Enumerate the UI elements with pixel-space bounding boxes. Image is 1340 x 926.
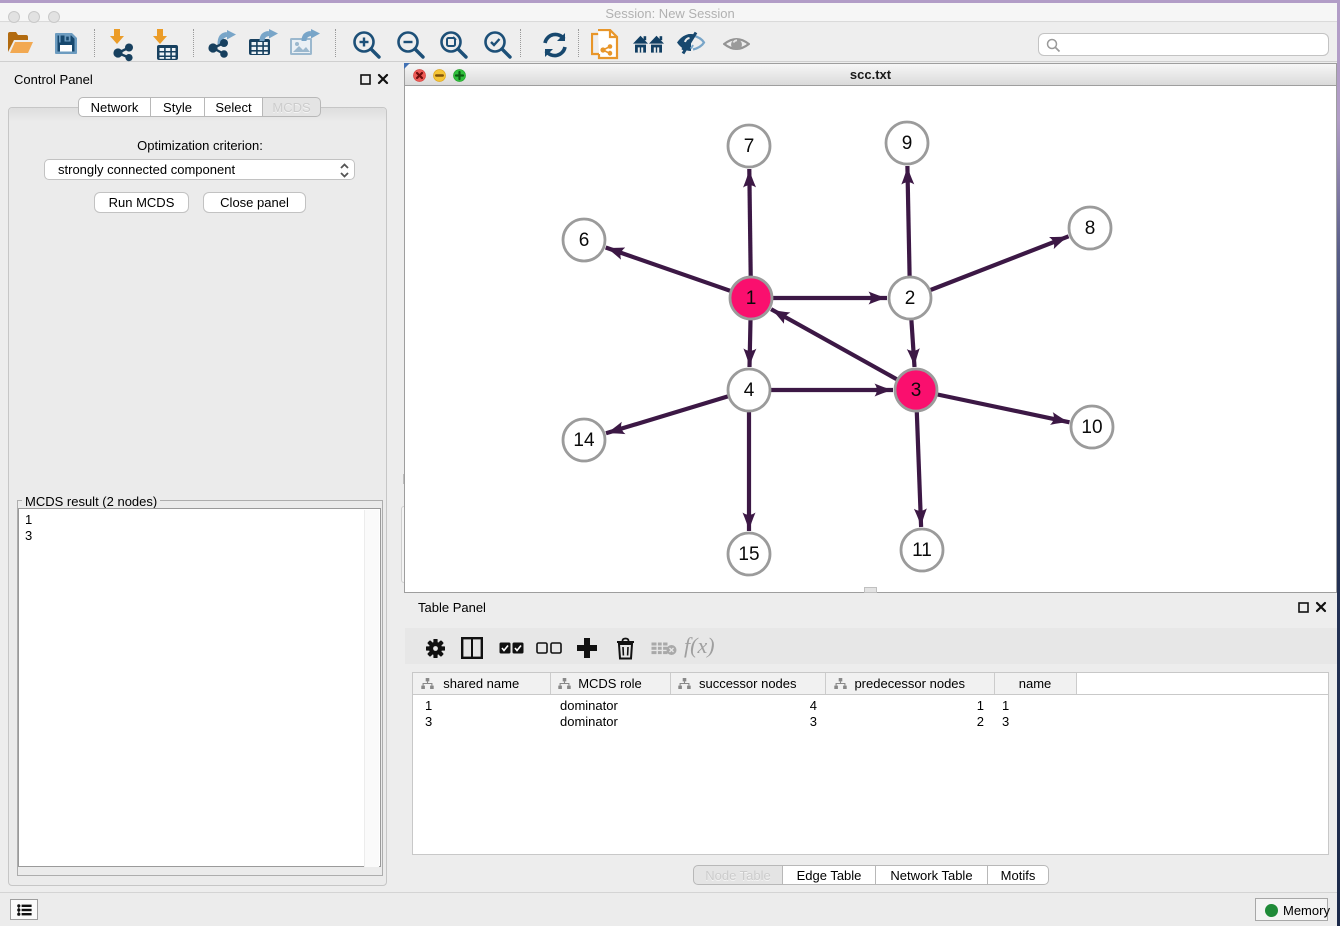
svg-text:6: 6 [579,230,590,251]
svg-text:15: 15 [738,544,759,565]
svg-text:3: 3 [911,380,922,401]
svg-text:4: 4 [744,380,755,401]
svg-text:7: 7 [744,136,755,157]
svg-text:14: 14 [573,430,595,451]
svg-text:11: 11 [912,540,932,561]
svg-text:8: 8 [1085,218,1096,239]
svg-text:9: 9 [902,133,913,154]
svg-text:2: 2 [905,288,916,309]
svg-text:1: 1 [746,288,757,309]
svg-text:10: 10 [1081,417,1102,438]
